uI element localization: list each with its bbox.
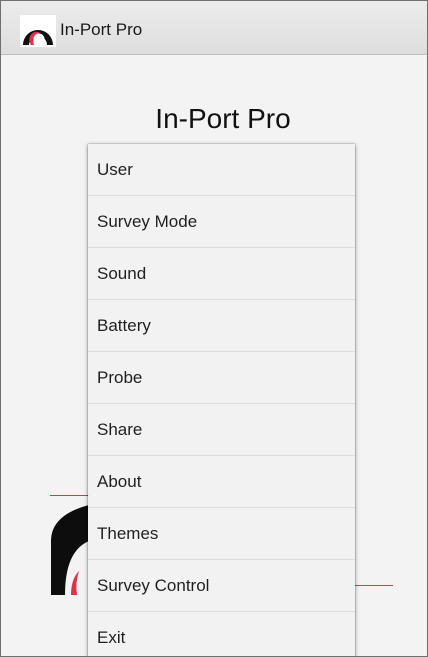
app-logo-icon xyxy=(20,15,56,47)
menu-item-exit[interactable]: Exit xyxy=(88,612,355,656)
decorative-line-left xyxy=(50,495,90,496)
window-title: In-Port Pro xyxy=(60,20,143,39)
title-bar: In-Port Pro xyxy=(1,1,427,55)
menu-item-user[interactable]: User xyxy=(88,144,355,196)
menu-item-about[interactable]: About xyxy=(88,456,355,508)
menu-item-sound[interactable]: Sound xyxy=(88,248,355,300)
overflow-menu: User Survey Mode Sound Battery Probe Sha… xyxy=(88,144,355,656)
page-title: In-Port Pro xyxy=(155,103,291,134)
menu-item-survey-mode[interactable]: Survey Mode xyxy=(88,196,355,248)
menu-item-themes[interactable]: Themes xyxy=(88,508,355,560)
app-window: In-Port Pro In-Port Pro User Survey Mode… xyxy=(0,0,428,657)
menu-item-battery[interactable]: Battery xyxy=(88,300,355,352)
decorative-line-right xyxy=(355,585,393,586)
menu-item-survey-control[interactable]: Survey Control xyxy=(88,560,355,612)
menu-item-share[interactable]: Share xyxy=(88,404,355,456)
logo-background-icon xyxy=(49,501,93,597)
menu-item-probe[interactable]: Probe xyxy=(88,352,355,404)
